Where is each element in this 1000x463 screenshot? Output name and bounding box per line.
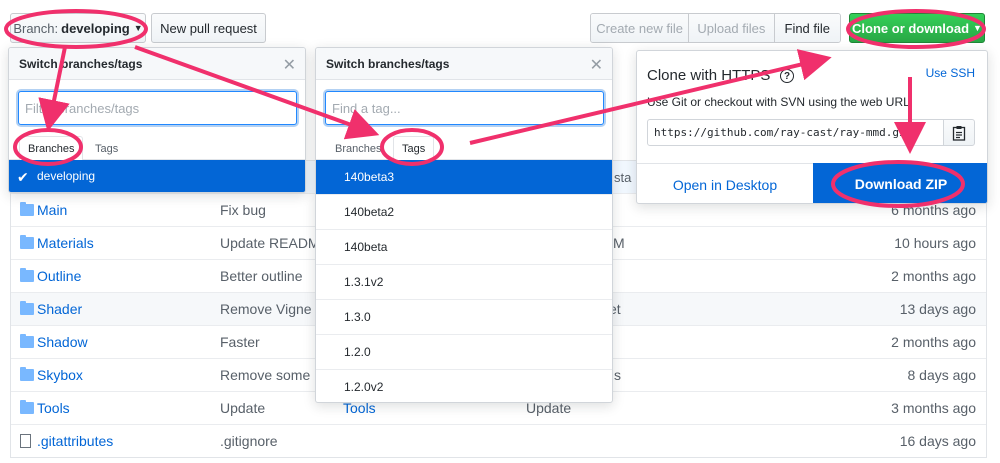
folder-icon xyxy=(20,400,34,414)
tag-item[interactable]: 140beta3 xyxy=(316,160,612,195)
commit-age: 10 hours ago xyxy=(894,235,976,251)
use-ssh-link[interactable]: Use SSH xyxy=(926,66,975,80)
open-in-desktop-button[interactable]: Open in Desktop xyxy=(637,163,813,203)
close-icon[interactable]: ✕ xyxy=(590,55,603,75)
file-name-link[interactable]: Shader xyxy=(37,301,82,317)
tag-item[interactable]: 1.3.0 xyxy=(316,300,612,335)
help-glyph: ? xyxy=(783,70,791,82)
tag-menu-header: Switch branches/tags ✕ xyxy=(316,48,612,80)
branch-select-button[interactable]: Branch: developing ▼ xyxy=(10,13,146,43)
close-icon[interactable]: ✕ xyxy=(283,55,296,75)
upload-files-button[interactable]: Upload files xyxy=(689,14,775,42)
check-icon: ✔ xyxy=(17,169,29,185)
tag-item[interactable]: 140beta2 xyxy=(316,195,612,230)
tag-menu-title: Switch branches/tags xyxy=(326,56,450,71)
tag-item[interactable]: 1.2.0v2 xyxy=(316,370,612,402)
help-icon[interactable]: ? xyxy=(780,69,794,83)
clone-or-download-button[interactable]: Clone or download ▼ xyxy=(849,13,985,43)
commit-message-link[interactable]: Faster xyxy=(220,334,260,350)
table-row: .gitattributes .gitignore 16 days ago xyxy=(11,424,986,457)
file-name-link[interactable]: Outline xyxy=(37,268,81,284)
tab-branches[interactable]: Branches xyxy=(19,136,84,160)
commit-age: 2 months ago xyxy=(891,268,976,284)
branch-menu-tabs: Branches Tags xyxy=(9,132,305,160)
tag-item-label: 140beta3 xyxy=(344,170,395,184)
commit-message-link[interactable]: Fix bug xyxy=(220,202,266,218)
commit-age: 6 months ago xyxy=(891,202,976,218)
commit-message-link[interactable]: Remove some xyxy=(220,367,310,383)
branch-switch-menu: Switch branches/tags ✕ Branches Tags ✔ d… xyxy=(8,47,306,193)
commit-age: 8 days ago xyxy=(907,367,977,383)
commit-bar-fragment: sta xyxy=(614,170,632,185)
commit-age: 16 days ago xyxy=(899,433,976,449)
tag-item-label: 140beta2 xyxy=(344,205,395,219)
clipboard-icon xyxy=(952,125,966,141)
file-name-link[interactable]: Skybox xyxy=(37,367,83,383)
tab-branches[interactable]: Branches xyxy=(326,136,390,160)
new-pull-request-button[interactable]: New pull request xyxy=(151,13,266,43)
clone-url-field[interactable]: https://github.com/ray-cast/ray-mmd.git xyxy=(647,119,944,146)
clone-title: Clone with HTTPS xyxy=(647,67,771,84)
tag-item-label: 1.2.0v2 xyxy=(344,380,384,394)
commit-message-link[interactable]: Update xyxy=(220,400,265,416)
clone-popup: Clone with HTTPS ? Use SSH Use Git or ch… xyxy=(636,50,988,204)
folder-icon xyxy=(20,367,34,381)
branch-label: Branch: xyxy=(13,20,59,36)
file-icon xyxy=(20,434,31,448)
folder-icon xyxy=(20,301,34,315)
commit-age: 2 months ago xyxy=(891,334,976,350)
branch-menu-title: Switch branches/tags xyxy=(19,56,143,71)
file-name-link[interactable]: Shadow xyxy=(37,334,88,350)
branch-item-label: developing xyxy=(37,169,96,183)
tag-switch-menu: Switch branches/tags ✕ Branches Tags 140… xyxy=(315,47,613,403)
commit-message-link[interactable]: .gitignore xyxy=(220,433,278,449)
folder-icon xyxy=(20,235,34,249)
tag-item[interactable]: 1.2.0 xyxy=(316,335,612,370)
materials-msg-fragment: M xyxy=(613,235,625,251)
file-actions-group: Create new file Upload files Find file xyxy=(590,13,841,43)
file-name-link[interactable]: Main xyxy=(37,202,67,218)
tab-tags[interactable]: Tags xyxy=(86,136,127,160)
clone-or-download-label: Clone or download xyxy=(852,20,970,36)
commit-message-link[interactable]: Update READM xyxy=(220,235,320,251)
caret-down-icon: ▼ xyxy=(133,23,143,33)
commit-age: 13 days ago xyxy=(899,301,976,317)
tag-item[interactable]: 140beta xyxy=(316,230,612,265)
folder-icon xyxy=(20,334,34,348)
file-name-link[interactable]: Materials xyxy=(37,235,94,251)
commit-message-link[interactable]: Better outline xyxy=(220,268,303,284)
tag-item-label: 1.2.0 xyxy=(344,345,371,359)
find-file-button[interactable]: Find file xyxy=(774,14,840,42)
branch-name: developing xyxy=(61,20,130,36)
open-in-desktop-label: Open in Desktop xyxy=(672,176,778,193)
branch-menu-header: Switch branches/tags ✕ xyxy=(9,48,305,80)
skybox-msg-fragment: s xyxy=(614,367,621,383)
branch-filter-input[interactable] xyxy=(18,91,297,125)
commit-age: 3 months ago xyxy=(891,400,976,416)
file-name-link[interactable]: .gitattributes xyxy=(37,433,113,449)
download-zip-button[interactable]: Download ZIP xyxy=(813,163,987,203)
tag-item-label: 1.3.1v2 xyxy=(344,275,384,289)
tab-tags[interactable]: Tags xyxy=(393,136,435,160)
caret-down-icon: ▼ xyxy=(973,23,982,33)
tag-item[interactable]: 1.3.1v2 xyxy=(316,265,612,300)
file-name-link[interactable]: Tools xyxy=(37,400,70,416)
folder-icon xyxy=(20,202,34,216)
tag-filter-input[interactable] xyxy=(325,91,604,125)
folder-icon xyxy=(20,268,34,282)
copy-to-clipboard-button[interactable] xyxy=(943,119,975,146)
tag-item-label: 140beta xyxy=(344,240,388,254)
create-new-file-button[interactable]: Create new file xyxy=(591,14,690,42)
branch-item-developing[interactable]: ✔ developing xyxy=(9,160,305,192)
commit-message-link[interactable]: Remove Vigne xyxy=(220,301,312,317)
tag-menu-tabs: Branches Tags xyxy=(316,132,612,160)
download-zip-label: Download ZIP xyxy=(854,176,948,192)
clone-description: Use Git or checkout with SVN using the w… xyxy=(647,95,914,109)
tag-item-label: 1.3.0 xyxy=(344,310,371,324)
